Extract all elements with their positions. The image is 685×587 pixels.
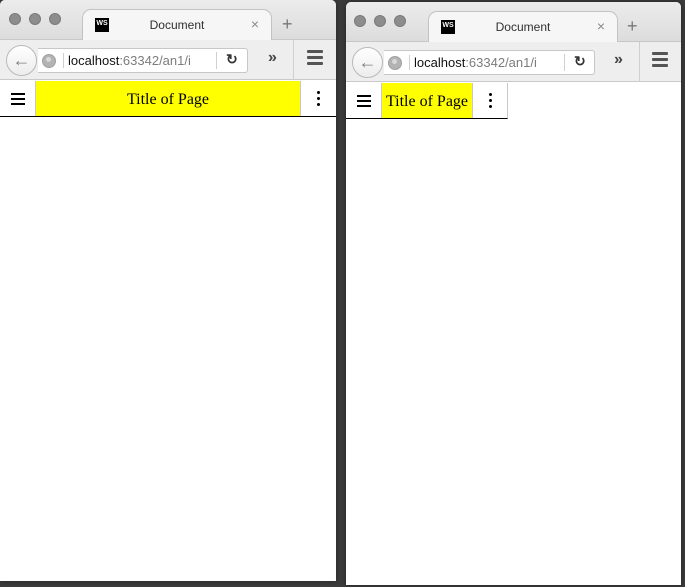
tab-document[interactable]: WS Document × (428, 11, 618, 43)
minimize-window-button[interactable] (374, 15, 386, 27)
page-header: Title of Page (346, 83, 508, 119)
page-content: Title of Page (346, 83, 681, 585)
url-host: localhost (68, 53, 120, 68)
close-window-button[interactable] (9, 13, 21, 25)
minimize-window-button[interactable] (29, 13, 41, 25)
page-menu-button[interactable] (0, 81, 36, 116)
toolbar-divider (293, 40, 294, 80)
title-bar: WS Document × + (0, 0, 336, 41)
url-path: :63342/an1/i (465, 55, 537, 70)
page-more-button[interactable] (300, 81, 336, 116)
nav-bar: localhost:63342/an1/i ↻ ← » (346, 42, 681, 82)
url-path: :63342/an1/i (119, 53, 191, 68)
page-more-button[interactable] (472, 83, 507, 118)
title-bar: WS Document × + (346, 2, 681, 43)
hamburger-menu-icon[interactable] (652, 52, 668, 68)
close-window-button[interactable] (354, 15, 366, 27)
webstorm-favicon-icon: WS (441, 20, 455, 34)
back-button[interactable]: ← (352, 47, 383, 78)
tab-document[interactable]: WS Document × (82, 9, 272, 41)
zoom-window-button[interactable] (49, 13, 61, 25)
new-tab-button[interactable]: + (627, 16, 638, 37)
tab-title: Document (495, 20, 551, 34)
webstorm-favicon-icon: WS (95, 18, 109, 32)
tab-close-icon[interactable]: × (597, 18, 605, 34)
reload-icon[interactable]: ↻ (226, 51, 238, 68)
zoom-window-button[interactable] (394, 15, 406, 27)
url-host: localhost (414, 55, 466, 70)
tab-title: Document (149, 18, 205, 32)
back-arrow-icon: ← (358, 52, 377, 72)
back-button[interactable]: ← (6, 45, 37, 76)
page-menu-button[interactable] (346, 83, 382, 118)
toolbar-divider (639, 42, 640, 82)
globe-icon (42, 54, 56, 68)
browser-window-left: WS Document × + localhost:63342/an1/i ↻ … (0, 0, 336, 581)
new-tab-button[interactable]: + (282, 14, 293, 35)
page-content: Title of Page (0, 81, 336, 581)
page-title: Title of Page (382, 83, 472, 118)
url-bar[interactable]: localhost:63342/an1/i ↻ (384, 50, 595, 75)
globe-icon (388, 56, 402, 70)
hamburger-menu-icon[interactable] (307, 50, 323, 66)
url-divider (564, 54, 565, 71)
double-chevron-icon[interactable]: » (614, 51, 623, 69)
browser-window-right: WS Document × + localhost:63342/an1/i ↻ … (346, 2, 681, 585)
page-title: Title of Page (36, 81, 300, 116)
url-bar[interactable]: localhost:63342/an1/i ↻ (38, 48, 248, 73)
nav-bar: localhost:63342/an1/i ↻ ← » (0, 40, 336, 80)
tab-close-icon[interactable]: × (251, 16, 259, 32)
back-arrow-icon: ← (12, 50, 31, 70)
url-text: localhost:63342/an1/i (409, 55, 537, 70)
page-header: Title of Page (0, 81, 336, 117)
double-chevron-icon[interactable]: » (268, 49, 277, 67)
url-divider (216, 52, 217, 69)
reload-icon[interactable]: ↻ (574, 53, 586, 70)
url-text: localhost:63342/an1/i (63, 53, 191, 68)
